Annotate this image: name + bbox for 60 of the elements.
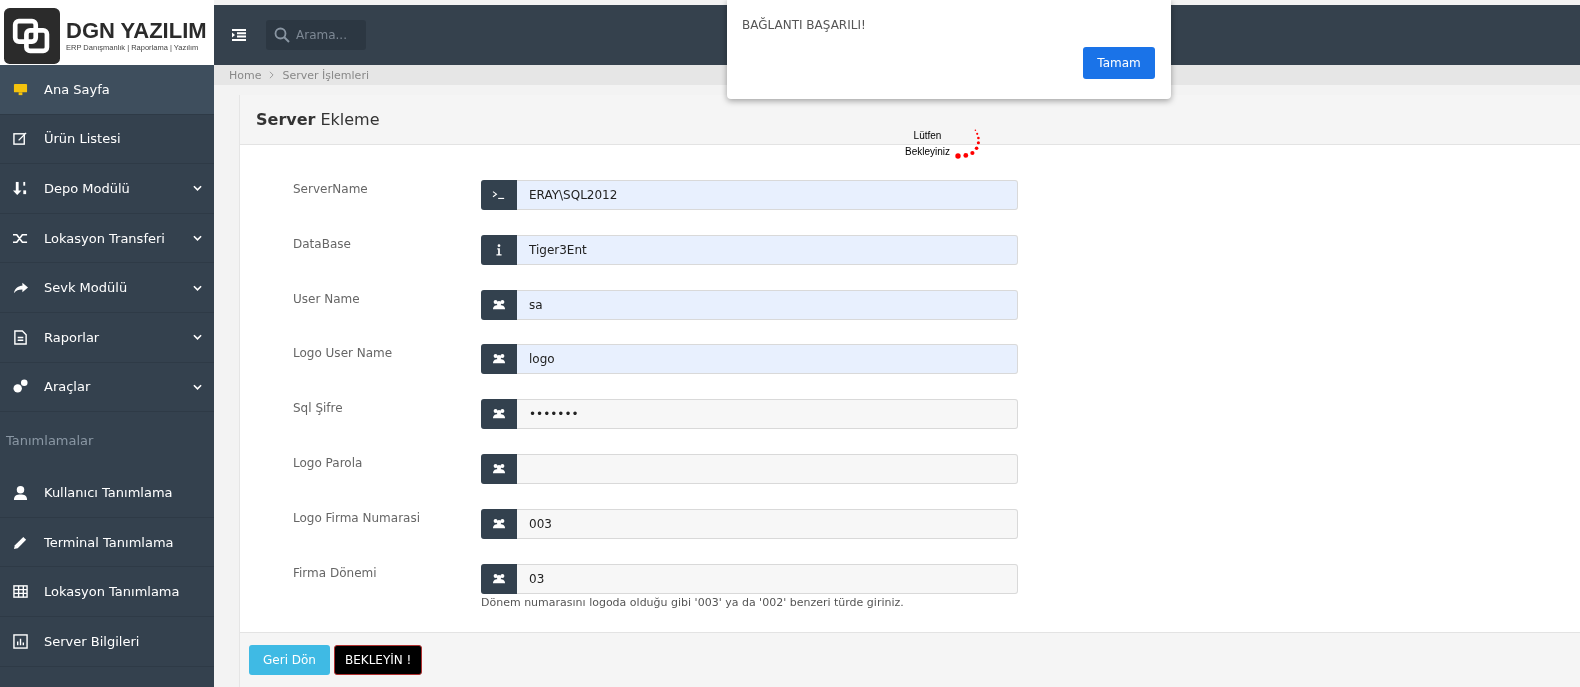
users-icon <box>492 353 506 366</box>
field-label: DataBase <box>292 235 352 253</box>
sidebar-item[interactable]: Araçlar <box>0 362 214 413</box>
chevron-down-icon <box>193 235 202 242</box>
input-field[interactable]: ERAY\SQL2012 <box>481 180 1018 210</box>
sidebar-item[interactable]: Lokasyon Tanımlama <box>0 567 214 617</box>
field-label: ServerName <box>292 181 369 198</box>
sidebar-item[interactable]: Lokasyon Transferi <box>0 213 214 264</box>
search-icon <box>274 27 290 43</box>
input-field[interactable]: ••••••• <box>481 399 1018 430</box>
sidebar-item[interactable]: Depo Modülü <box>0 164 214 214</box>
user-icon <box>13 484 28 500</box>
chevron-down-icon <box>193 185 202 192</box>
logo-title: DGN YAZILIM <box>66 19 207 43</box>
sidebar-item[interactable]: Terminal Tanımlama <box>0 517 214 568</box>
users-icon <box>492 517 506 530</box>
sort-icon <box>13 181 28 196</box>
sidebar-item[interactable]: Sevk Modülü <box>0 263 214 313</box>
sidebar-item[interactable]: Server Bilgileri <box>0 616 214 667</box>
input-field[interactable]: logo <box>481 344 1018 375</box>
chevron-down-icon <box>193 334 202 341</box>
input-field[interactable]: Tiger3Ent <box>481 234 1018 265</box>
field-label: Logo Parola <box>292 455 364 472</box>
dialog-message: BAĞLANTI BAŞARILI! <box>742 18 867 32</box>
chevron-down-icon <box>193 383 202 390</box>
menu-icon[interactable] <box>232 29 246 41</box>
input-field[interactable]: 03 <box>481 563 1018 594</box>
breadcrumb-separator-icon <box>269 71 275 79</box>
edit-icon <box>13 131 28 147</box>
sidebar-item[interactable]: Kullanıcı Tanımlama <box>0 468 214 518</box>
bar-chart-icon <box>13 633 28 649</box>
chevron-down-icon <box>193 284 202 291</box>
users-icon <box>492 463 506 475</box>
field-label: Sql Şifre <box>292 400 344 418</box>
monitor-icon <box>13 81 28 97</box>
help-text: Dönem numarasını logoda olduğu gibi '003' ya da '002' benzeri türde giriniz. <box>481 595 904 609</box>
sidebar-item[interactable]: Ürün Listesi <box>0 114 214 165</box>
gears-icon <box>13 379 28 395</box>
sidebar-item[interactable]: Raporlar <box>0 312 214 363</box>
pencil-icon <box>13 534 28 550</box>
input-field[interactable]: sa <box>481 289 1018 320</box>
terminal-icon <box>492 189 506 201</box>
ok-button[interactable]: Tamam <box>1083 47 1155 79</box>
sidebar-item[interactable]: Ana Sayfa <box>0 65 214 115</box>
users-icon <box>492 572 506 585</box>
table-icon <box>13 584 28 600</box>
field-label: Logo User Name <box>292 345 394 363</box>
field-label: Firma Dönemi <box>292 564 378 582</box>
loading-text: Lütfen Bekleyiniz <box>905 129 951 159</box>
field-label: Logo Firma Numarasi <box>292 509 422 527</box>
wait-button[interactable]: BEKLEYİN ! <box>334 645 423 675</box>
input-field[interactable] <box>481 454 1018 484</box>
share-icon <box>13 280 28 296</box>
sidebar-section-heading: Tanımlamalar <box>5 431 95 450</box>
users-icon <box>492 298 506 311</box>
users-icon <box>492 408 506 421</box>
input-field[interactable]: 003 <box>481 508 1018 539</box>
search-field[interactable]: Arama... <box>266 20 366 50</box>
field-label: User Name <box>292 290 361 308</box>
document-icon <box>13 329 28 345</box>
